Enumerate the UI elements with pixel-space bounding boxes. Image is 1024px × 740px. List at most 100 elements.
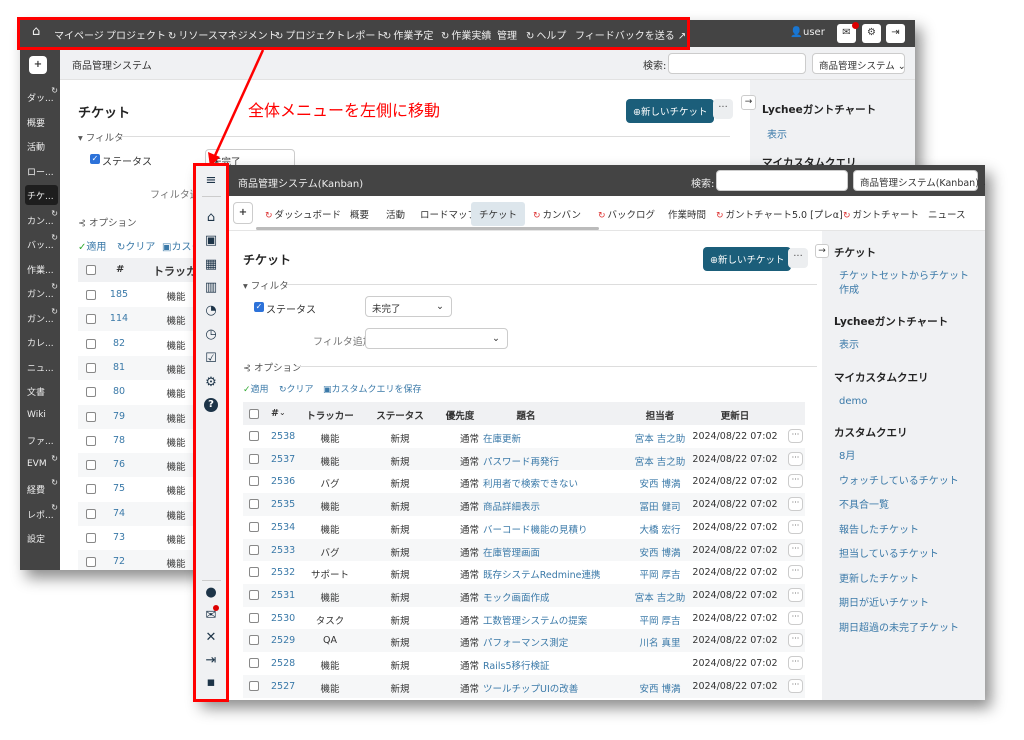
sidebar-link[interactable]: 8月 [839, 450, 969, 464]
issue-assignee[interactable]: 川名 真里 [639, 635, 680, 649]
more-button[interactable]: ··· [788, 248, 808, 268]
row-checkbox[interactable] [249, 658, 259, 668]
tab[interactable]: 活動 [386, 207, 405, 221]
issue-assignee[interactable]: 宮本 吉之助 [635, 431, 686, 445]
row-actions-button[interactable]: ··· [788, 565, 803, 580]
row-actions-button[interactable]: ··· [788, 587, 803, 602]
issue-assignee[interactable]: 冨田 健司 [639, 499, 680, 513]
sidebar-link[interactable]: ウォッチしているチケット [839, 475, 969, 489]
tab[interactable]: ↻ ガントチャート5.0 [プレα] [716, 207, 843, 221]
sidebar-link[interactable]: 表示 [839, 339, 969, 353]
issue-id[interactable]: 2537 [271, 454, 295, 465]
search-input[interactable] [716, 170, 848, 191]
issue-subject[interactable]: 在庫管理画面 [483, 545, 540, 559]
col-status[interactable]: ステータス [376, 408, 424, 422]
issue-subject[interactable]: 工数管理システムの提案 [483, 613, 587, 627]
tabs-scrollbar[interactable] [256, 227, 599, 230]
row-actions-button[interactable]: ··· [788, 474, 803, 489]
issue-assignee[interactable]: 宮本 吉之助 [635, 590, 686, 604]
issue-subject[interactable]: 商品詳細表示 [483, 499, 540, 513]
tab[interactable]: ↻ カンバン [533, 207, 581, 221]
row-actions-button[interactable]: ··· [788, 429, 803, 443]
status-checkbox[interactable]: ✓ [254, 302, 264, 312]
issue-assignee[interactable]: 平岡 厚吉 [639, 567, 680, 581]
tab[interactable]: ↻ バックログ [598, 207, 655, 221]
issue-assignee[interactable]: 安西 博満 [639, 681, 680, 695]
issue-subject[interactable]: パフォーマンス測定 [483, 635, 568, 649]
apply-link[interactable]: 適用 [251, 385, 269, 395]
row-checkbox[interactable] [249, 499, 259, 510]
issue-id[interactable]: 2531 [271, 590, 295, 601]
status-select[interactable]: 未完了 ⌄ [365, 296, 452, 317]
select-all-checkbox[interactable] [249, 409, 259, 419]
row-actions-button[interactable]: ··· [788, 633, 803, 648]
row-actions-button[interactable]: ··· [788, 497, 803, 512]
filter-legend[interactable]: フィルタ [251, 281, 289, 292]
save-query-link[interactable]: カスタムクエリを保存 [332, 385, 422, 395]
col-id[interactable]: # [271, 408, 279, 419]
issue-subject[interactable]: ツールチップUIの改善 [483, 681, 578, 695]
tab[interactable]: 作業時間 [668, 207, 706, 221]
row-actions-button[interactable]: ··· [788, 519, 803, 534]
issue-id[interactable]: 2538 [271, 431, 295, 442]
row-actions-button[interactable]: ··· [788, 542, 803, 557]
row-actions-button[interactable]: ··· [788, 656, 803, 670]
row-checkbox[interactable] [249, 589, 259, 600]
add-button[interactable]: + [233, 202, 253, 224]
col-assignee[interactable]: 担当者 [646, 408, 675, 422]
row-checkbox[interactable] [249, 635, 259, 646]
col-tracker[interactable]: トラッカー [306, 408, 354, 422]
col-priority[interactable]: 優先度 [446, 408, 475, 422]
issue-assignee[interactable]: 宮本 吉之助 [635, 454, 686, 468]
row-checkbox[interactable] [249, 431, 259, 441]
issue-id[interactable]: 2530 [271, 613, 295, 624]
col-updated[interactable]: 更新日 [721, 408, 750, 422]
row-actions-button[interactable]: ··· [788, 451, 803, 466]
issue-subject[interactable]: パスワード再発行 [483, 454, 559, 468]
issue-assignee[interactable]: 安西 博満 [639, 476, 680, 490]
new-ticket-button[interactable]: ⊕新しいチケット [703, 247, 792, 271]
issue-id[interactable]: 2527 [271, 681, 295, 692]
issue-subject[interactable]: バーコード機能の見積り [483, 522, 588, 536]
tab[interactable]: 概要 [350, 207, 369, 221]
tab[interactable]: チケット [471, 202, 526, 226]
add-filter-select[interactable]: ⌄ [365, 328, 508, 349]
issue-id[interactable]: 2528 [271, 658, 295, 669]
sidebar-link[interactable]: 不具合一覧 [839, 499, 969, 513]
issue-subject[interactable]: 既存システムRedmine連携 [483, 567, 601, 581]
tab[interactable]: ニュース [928, 207, 966, 221]
issue-id[interactable]: 2533 [271, 545, 295, 556]
issue-id[interactable]: 2536 [271, 476, 295, 487]
issue-subject[interactable]: 在庫更新 [483, 431, 521, 445]
sidebar-link[interactable]: 担当しているチケット [839, 548, 969, 562]
issue-subject[interactable]: Rails5移行検証 [483, 658, 550, 672]
issue-id[interactable]: 2535 [271, 499, 295, 510]
issue-id[interactable]: 2532 [271, 567, 295, 578]
tab[interactable]: ロードマップ [420, 207, 477, 221]
sidebar-link[interactable]: チケットセットからチケット作成 [839, 270, 969, 298]
project-select[interactable]: 商品管理システム(Kanban) ⌄ [853, 170, 985, 191]
issue-id[interactable]: 2529 [271, 635, 295, 646]
tab[interactable]: ↻ ダッシュボード [265, 207, 341, 221]
issue-assignee[interactable]: 安西 博満 [639, 545, 680, 559]
issue-assignee[interactable]: 大橋 宏行 [639, 522, 680, 536]
tab[interactable]: ↻ ガントチャート [843, 207, 919, 221]
sidebar-link[interactable]: 期日超過の未完了チケット [839, 622, 969, 636]
issue-subject[interactable]: 利用者で検索できない [483, 476, 578, 490]
options-legend[interactable]: オプション [254, 363, 302, 374]
sidebar-link[interactable]: demo [839, 395, 969, 409]
row-actions-button[interactable]: ··· [788, 678, 803, 693]
row-checkbox[interactable] [249, 567, 259, 578]
row-checkbox[interactable] [249, 544, 259, 555]
row-checkbox[interactable] [249, 476, 259, 487]
row-checkbox[interactable] [249, 680, 259, 691]
sidebar-link[interactable]: 更新したチケット [839, 573, 969, 587]
issue-subject[interactable]: モック画面作成 [483, 590, 550, 604]
row-checkbox[interactable] [249, 521, 259, 532]
sidebar-link[interactable]: 報告したチケット [839, 524, 969, 538]
col-subject[interactable]: 題名 [516, 408, 535, 422]
clear-link[interactable]: クリア [287, 385, 314, 395]
sidebar-toggle-icon[interactable]: → [815, 244, 829, 258]
row-checkbox[interactable] [249, 612, 259, 623]
sidebar-link[interactable]: 期日が近いチケット [839, 597, 969, 611]
